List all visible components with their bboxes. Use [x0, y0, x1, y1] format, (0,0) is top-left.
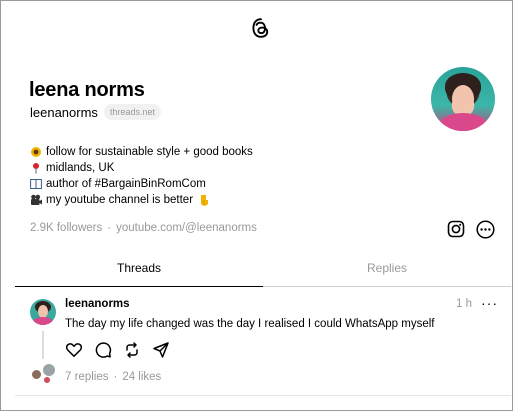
bio-line: author of #BargainBinRomCom [30, 176, 253, 192]
meta-separator: · [107, 222, 112, 234]
bio-line: follow for sustainable style + good book… [30, 144, 253, 160]
followers-count[interactable]: 2.9K followers [30, 222, 102, 234]
profile-link[interactable]: youtube.com/@leenanorms [116, 222, 257, 234]
profile-tabs: Threads Replies [15, 255, 511, 287]
profile-handle: leenanorms [30, 104, 98, 120]
likes-count[interactable]: 24 likes [122, 371, 161, 383]
tab-threads[interactable]: Threads [15, 255, 263, 287]
share-icon[interactable] [152, 341, 170, 359]
instagram-icon[interactable] [447, 220, 465, 238]
post-avatar[interactable] [30, 299, 56, 325]
round-pushpin-icon [33, 163, 39, 174]
bio-text: follow for sustainable style + good book… [46, 146, 253, 158]
post-divider [15, 395, 511, 396]
comment-icon[interactable] [94, 341, 112, 359]
handle-row: leenanorms threads.net [30, 104, 161, 120]
tab-replies[interactable]: Replies [263, 255, 511, 287]
reply-avatars [29, 363, 61, 384]
stats-separator: · [113, 371, 118, 383]
sunflower-icon [31, 147, 41, 157]
movie-camera-icon [31, 194, 42, 205]
more-options-icon[interactable] [476, 220, 495, 239]
post-text: The day my life changed was the day I re… [65, 318, 435, 330]
profile-window: leena norms leenanorms threads.net follo… [0, 0, 513, 411]
bio-line: my youtube channel is better [30, 192, 253, 208]
post-timestamp: 1 h [456, 298, 472, 310]
post-actions [65, 341, 170, 359]
heart-icon[interactable] [65, 341, 83, 359]
bio-text: author of #BargainBinRomCom [46, 178, 206, 190]
profile-meta: 2.9K followers · youtube.com/@leenanorms [30, 222, 257, 234]
threads-logo-icon[interactable] [251, 17, 271, 39]
bio-text: midlands, UK [46, 162, 115, 174]
replies-count[interactable]: 7 replies [65, 371, 108, 383]
domain-badge[interactable]: threads.net [103, 104, 161, 120]
open-book-icon [30, 179, 42, 189]
bio-text: my youtube channel is better [46, 194, 194, 206]
profile-name: leena norms [29, 79, 145, 101]
repost-icon[interactable] [123, 341, 141, 359]
backhand-index-pointing-down-icon [201, 195, 209, 206]
post-more-button[interactable]: ··· [481, 295, 498, 311]
bio-line: midlands, UK [30, 160, 253, 176]
profile-avatar[interactable] [431, 67, 495, 131]
post-username[interactable]: leenanorms [65, 298, 130, 310]
profile-bio: follow for sustainable style + good book… [30, 144, 253, 208]
thread-line [42, 331, 44, 359]
post-stats: 7 replies · 24 likes [65, 371, 161, 383]
